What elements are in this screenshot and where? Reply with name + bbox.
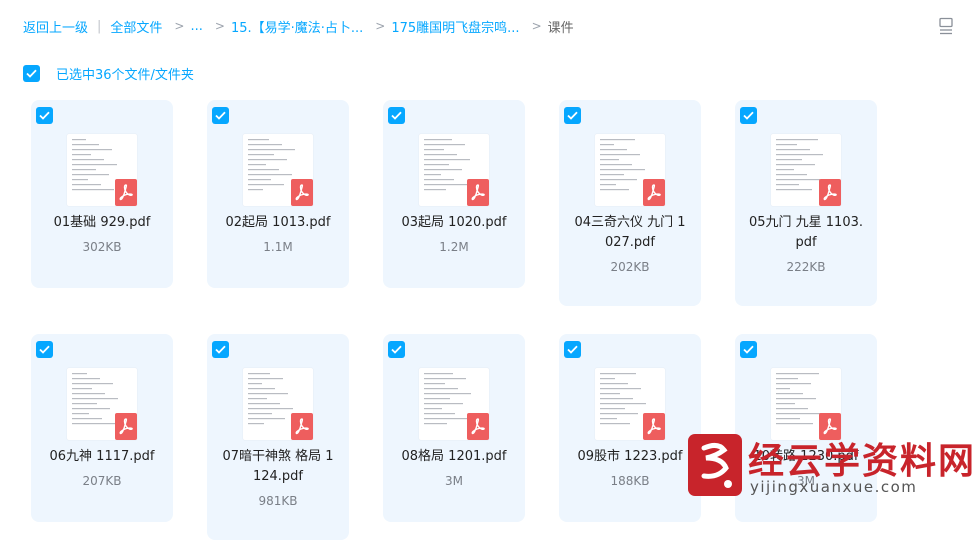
checkmark-icon: [743, 111, 754, 120]
breadcrumb: 返回上一级 | 全部文件 > ... > 15.【易学·魔法·占卜... > 1…: [23, 17, 912, 36]
file-thumbnail: [595, 134, 665, 206]
file-size: 1.1M: [263, 240, 293, 254]
back-link[interactable]: 返回上一级: [23, 17, 88, 36]
checkmark-icon: [567, 111, 578, 120]
file-name-line: 03起局 1020.pdf: [401, 215, 507, 230]
pdf-icon: [291, 413, 313, 440]
file-checkbox[interactable]: [388, 341, 405, 358]
file-name[interactable]: 05九门 九星 1103. pdf: [739, 213, 873, 253]
chevron-right-icon: >: [214, 19, 225, 33]
chevron-right-icon: >: [174, 19, 185, 33]
file-card[interactable]: 05九门 九星 1103. pdf 222KB: [735, 100, 877, 306]
file-name[interactable]: 08格局 1201.pdf: [387, 447, 521, 467]
file-name-line: 07暗干神煞 格局 1: [222, 449, 334, 464]
file-name[interactable]: 02起局 1013.pdf: [211, 213, 345, 233]
pdf-icon: [819, 179, 841, 206]
file-size: 202KB: [610, 260, 650, 274]
watermark: 经云学资料网 yijingxuanxue.com: [688, 434, 972, 502]
pdf-icon: [643, 413, 665, 440]
file-thumbnail: [771, 368, 841, 440]
watermark-logo-icon: [688, 434, 742, 496]
file-name-line: 06九神 1117.pdf: [49, 449, 155, 464]
file-checkbox[interactable]: [36, 107, 53, 124]
breadcrumb-all-files[interactable]: 全部文件: [110, 17, 162, 36]
selection-count: 已选中36个文件/文件夹: [56, 68, 194, 83]
file-name[interactable]: 07暗干神煞 格局 1 124.pdf: [211, 447, 345, 487]
file-thumbnail: [771, 134, 841, 206]
file-thumbnail: [243, 134, 313, 206]
checkmark-icon: [391, 345, 402, 354]
file-name[interactable]: 01基础 929.pdf: [35, 213, 169, 233]
file-checkbox[interactable]: [740, 341, 757, 358]
file-name[interactable]: 09股市 1223.pdf: [563, 447, 697, 467]
file-checkbox[interactable]: [564, 341, 581, 358]
chevron-right-icon: >: [375, 19, 386, 33]
file-thumbnail: [67, 368, 137, 440]
breadcrumb-level1[interactable]: 15.【易学·魔法·占卜...: [231, 17, 363, 36]
checkmark-icon: [39, 111, 50, 120]
file-name-line: 01基础 929.pdf: [53, 215, 151, 230]
file-name[interactable]: 06九神 1117.pdf: [35, 447, 169, 467]
file-thumbnail: [67, 134, 137, 206]
select-all-checkbox[interactable]: [23, 65, 40, 82]
breadcrumb-ellipsis[interactable]: ...: [190, 19, 202, 34]
file-size: 207KB: [82, 474, 122, 488]
file-card[interactable]: 06九神 1117.pdf 207KB: [31, 334, 173, 522]
pdf-icon: [115, 413, 137, 440]
file-checkbox[interactable]: [740, 107, 757, 124]
file-card[interactable]: 08格局 1201.pdf 3M: [383, 334, 525, 522]
file-checkbox[interactable]: [564, 107, 581, 124]
file-size: 3M: [445, 474, 463, 488]
file-card[interactable]: 09股市 1223.pdf 188KB: [559, 334, 701, 522]
list-view-icon[interactable]: [938, 17, 954, 35]
file-name-line: 08格局 1201.pdf: [401, 449, 507, 464]
file-card[interactable]: 07暗干神煞 格局 1 124.pdf 981KB: [207, 334, 349, 540]
selection-bar: 已选中36个文件/文件夹: [23, 64, 194, 83]
file-card[interactable]: 02起局 1013.pdf 1.1M: [207, 100, 349, 288]
file-name[interactable]: 03起局 1020.pdf: [387, 213, 521, 233]
pdf-icon: [115, 179, 137, 206]
watermark-url: yijingxuanxue.com: [750, 478, 918, 496]
file-name-line: 05九门 九星 1103.: [748, 215, 864, 230]
file-checkbox[interactable]: [212, 341, 229, 358]
file-name-line: 09股市 1223.pdf: [577, 449, 683, 464]
file-checkbox[interactable]: [36, 341, 53, 358]
file-card[interactable]: 01基础 929.pdf 302KB: [31, 100, 173, 288]
checkmark-icon: [743, 345, 754, 354]
file-size: 981KB: [258, 494, 298, 508]
checkmark-icon: [39, 345, 50, 354]
chevron-right-icon: >: [531, 19, 542, 33]
file-thumbnail: [243, 368, 313, 440]
pdf-icon: [467, 179, 489, 206]
checkmark-icon: [567, 345, 578, 354]
file-size: 188KB: [610, 474, 650, 488]
file-thumbnail: [595, 368, 665, 440]
file-name-line: pdf: [795, 235, 817, 250]
file-name[interactable]: 04三奇六仪 九门 1 027.pdf: [563, 213, 697, 253]
file-name-line: 027.pdf: [604, 235, 656, 250]
file-checkbox[interactable]: [212, 107, 229, 124]
checkmark-icon: [26, 69, 37, 78]
breadcrumb-level2[interactable]: 175雕国明飞盘宗鸣...: [391, 17, 519, 36]
file-name-line: 02起局 1013.pdf: [225, 215, 331, 230]
breadcrumb-current: 课件: [547, 20, 574, 36]
checkmark-icon: [215, 111, 226, 120]
pdf-icon: [643, 179, 665, 206]
file-size: 222KB: [786, 260, 826, 274]
file-thumbnail: [419, 368, 489, 440]
file-card[interactable]: 03起局 1020.pdf 1.2M: [383, 100, 525, 288]
watermark-title: 经云学资料网: [748, 441, 972, 482]
file-name-line: 04三奇六仪 九门 1: [574, 215, 686, 230]
file-checkbox[interactable]: [388, 107, 405, 124]
pdf-icon: [291, 179, 313, 206]
checkmark-icon: [391, 111, 402, 120]
breadcrumb-divider: |: [97, 18, 102, 34]
file-size: 302KB: [82, 240, 122, 254]
file-size: 1.2M: [439, 240, 469, 254]
file-thumbnail: [419, 134, 489, 206]
file-card[interactable]: 04三奇六仪 九门 1 027.pdf 202KB: [559, 100, 701, 306]
checkmark-icon: [215, 345, 226, 354]
file-name-line: 124.pdf: [252, 469, 304, 484]
pdf-icon: [467, 413, 489, 440]
